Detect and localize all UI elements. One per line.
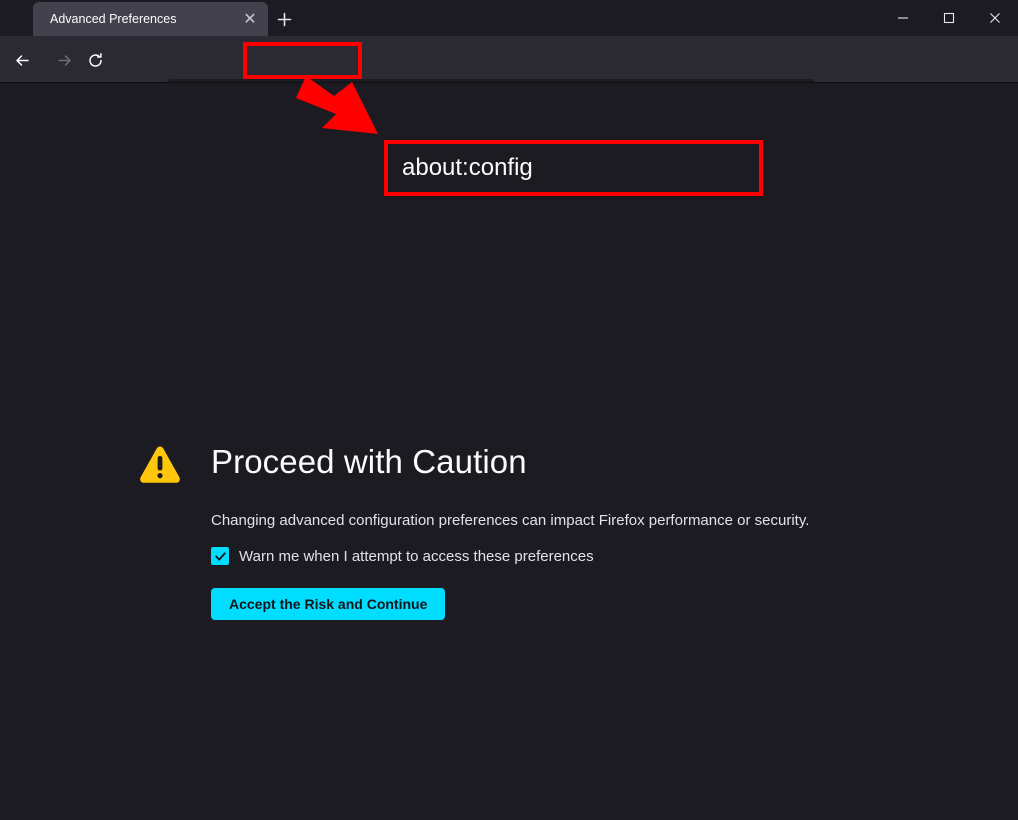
tab-close-icon[interactable]: ✕: [238, 7, 262, 31]
back-button[interactable]: [6, 44, 38, 76]
minimize-button[interactable]: [880, 0, 926, 36]
plus-icon: [277, 12, 291, 26]
maximize-icon: [943, 12, 955, 24]
tab-title: Advanced Preferences: [50, 12, 177, 26]
title-bar: Advanced Preferences ✕: [0, 0, 1018, 36]
navigation-toolbar: Firefox about:config A ∞: [0, 36, 1018, 112]
reload-button[interactable]: [79, 44, 111, 76]
reload-icon: [88, 52, 102, 67]
page-title: Proceed with Caution: [211, 443, 527, 480]
window-controls: [880, 0, 1018, 36]
browser-tab-advanced-preferences[interactable]: Advanced Preferences ✕: [33, 2, 268, 36]
maximize-button[interactable]: [926, 0, 972, 36]
forward-button: [48, 44, 80, 76]
page-content: Proceed with Caution Changing advanced c…: [0, 83, 1018, 820]
new-tab-button[interactable]: [270, 6, 298, 32]
accept-risk-button[interactable]: Accept the Risk and Continue: [211, 588, 446, 620]
checkmark-icon: [214, 551, 226, 561]
warn-preference-row[interactable]: Warn me when I attempt to access these p…: [211, 547, 594, 565]
close-icon: [990, 13, 1000, 23]
forward-arrow-icon: [57, 54, 71, 66]
minimize-icon: [898, 17, 908, 19]
page-description: Changing advanced configuration preferen…: [211, 512, 810, 529]
warn-checkbox-label: Warn me when I attempt to access these p…: [239, 547, 594, 565]
warning-triangle-icon: [140, 446, 180, 483]
close-button[interactable]: [972, 0, 1018, 36]
warn-checkbox[interactable]: [211, 547, 229, 565]
browser-window: Advanced Preferences ✕ Proceed with Caut…: [0, 0, 1018, 820]
back-arrow-icon: [15, 54, 29, 66]
